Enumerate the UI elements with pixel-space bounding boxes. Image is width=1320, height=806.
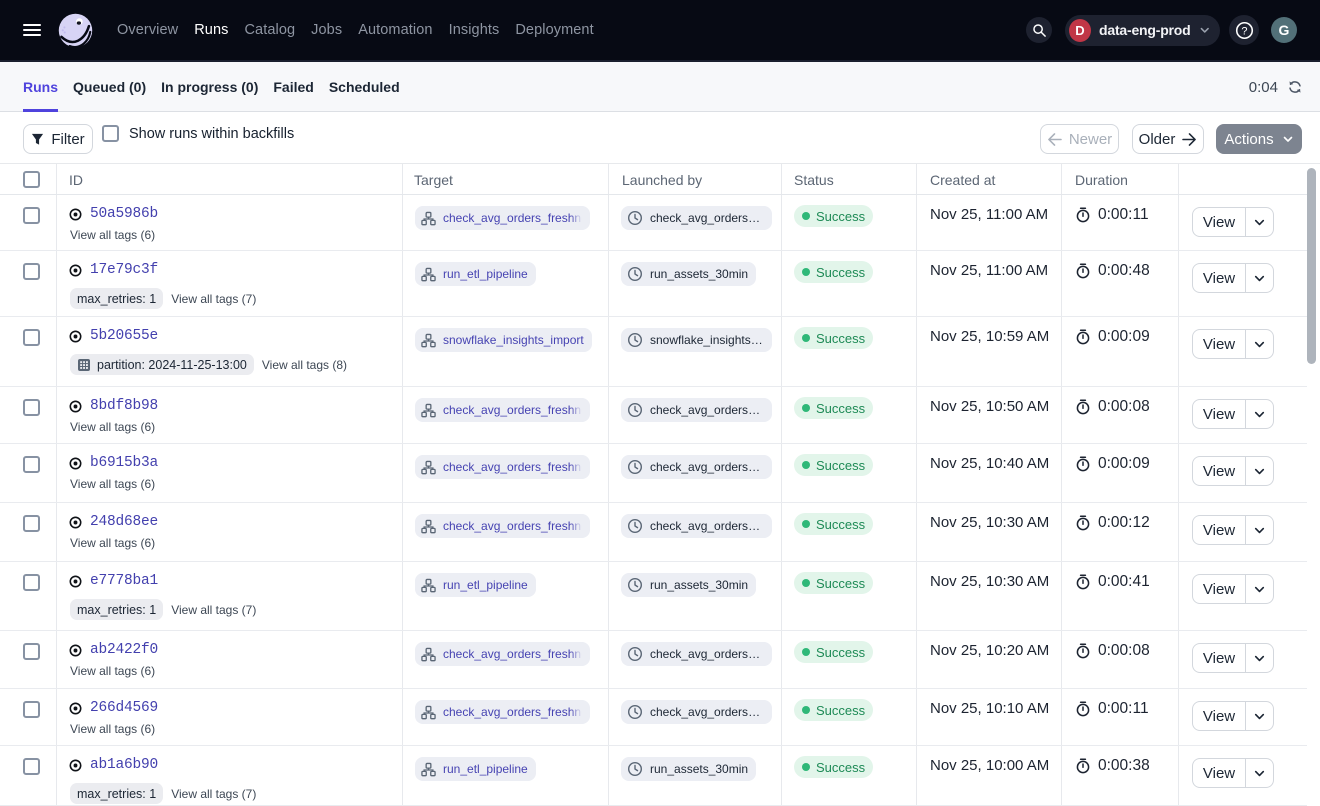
svg-text:?: ? xyxy=(1241,25,1247,37)
